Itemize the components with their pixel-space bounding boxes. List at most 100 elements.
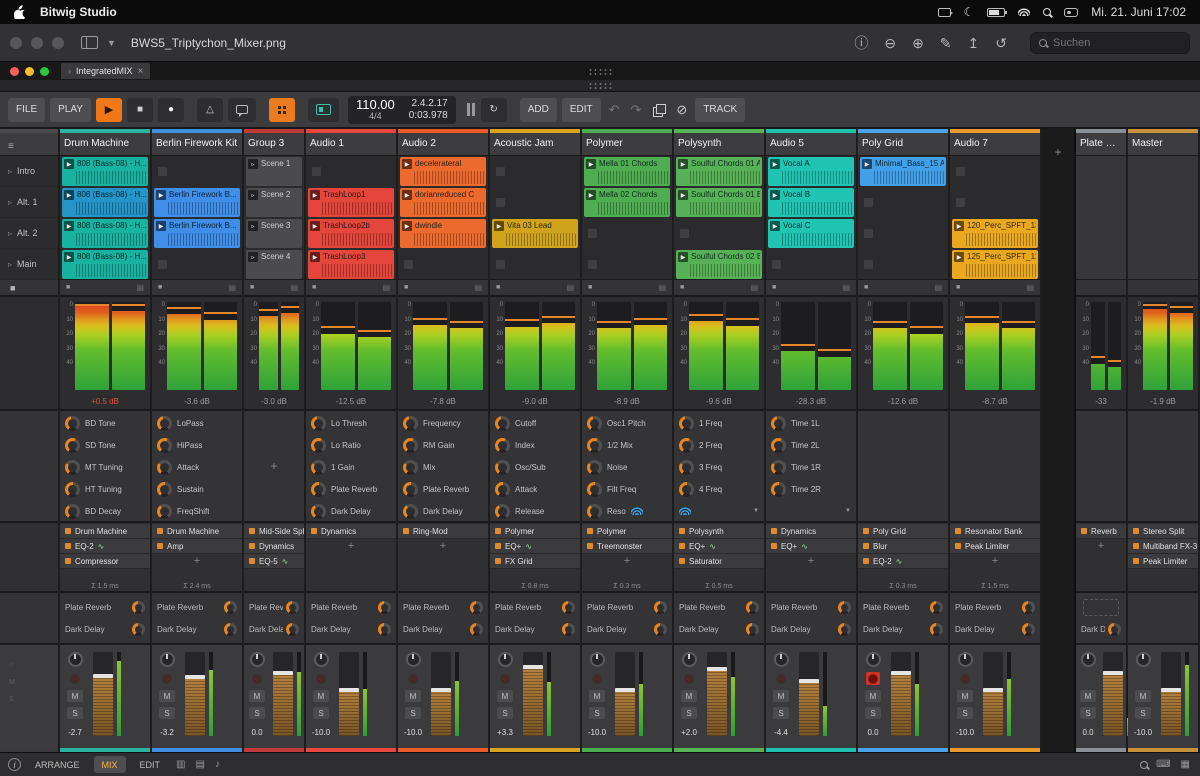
- device-enable-dot[interactable]: [863, 528, 869, 534]
- minimize-window-button[interactable]: [31, 36, 43, 49]
- device-row[interactable]: Amp: [152, 539, 242, 554]
- solo-button[interactable]: S: [681, 707, 697, 719]
- remote-control-knob[interactable]: [495, 459, 510, 475]
- device-enable-dot[interactable]: [587, 528, 593, 534]
- display-profile-button[interactable]: [307, 97, 339, 122]
- remote-control-knob[interactable]: [679, 459, 694, 475]
- device-enable-dot[interactable]: [955, 528, 961, 534]
- pan-knob[interactable]: [1080, 652, 1096, 667]
- clip[interactable]: ▶ Minimal_Bass_15 A: [860, 157, 946, 186]
- scene-menu-icon[interactable]: ≡: [0, 133, 14, 152]
- solo-button[interactable]: S: [405, 707, 421, 719]
- send-knob[interactable]: [654, 622, 667, 636]
- edit-menu-button[interactable]: EDIT: [561, 97, 601, 122]
- channel-header[interactable]: Master: [1128, 129, 1198, 156]
- info-badge[interactable]: i: [8, 758, 21, 771]
- device-enable-dot[interactable]: [955, 543, 961, 549]
- solo-button[interactable]: S: [313, 707, 329, 719]
- remote-control-knob[interactable]: [771, 481, 786, 497]
- scene-launch-row[interactable]: ▹ Intro: [0, 156, 58, 187]
- chevron-down-icon[interactable]: ▼: [845, 508, 851, 514]
- remote-control-knob[interactable]: [157, 459, 172, 475]
- remote-control-knob[interactable]: [495, 503, 510, 519]
- clip[interactable]: ▶ Soulful Chords 01 B: [676, 188, 762, 217]
- scene-button[interactable]: ▹ Scene 4: [246, 250, 302, 279]
- device-enable-dot[interactable]: [403, 528, 409, 534]
- remote-control-knob[interactable]: [65, 503, 80, 519]
- clip-stop-button[interactable]: ■: [496, 284, 500, 291]
- search-input[interactable]: [1053, 36, 1163, 49]
- clip[interactable]: ▶ TrashLoop1: [308, 188, 394, 217]
- control-center-icon[interactable]: [1064, 7, 1079, 17]
- clip-stop-button[interactable]: ■: [66, 284, 70, 291]
- volume-fader[interactable]: [523, 652, 543, 736]
- empty-clip-slot[interactable]: [864, 198, 873, 207]
- panel-icon-a[interactable]: ▥: [174, 759, 187, 770]
- note-icon[interactable]: ♪: [213, 759, 222, 770]
- mute-button[interactable]: M: [249, 690, 265, 702]
- remote-control-knob[interactable]: [311, 481, 326, 497]
- fader-handle[interactable]: [983, 687, 1003, 692]
- clip-stop-button[interactable]: ■: [680, 284, 684, 291]
- remote-control-knob[interactable]: [311, 503, 326, 519]
- clip[interactable]: ▶ Vocal C: [768, 219, 854, 248]
- clip[interactable]: ▶ 808 (Bass-08) - H...: [62, 219, 148, 248]
- copy-icon[interactable]: [653, 104, 667, 117]
- undo-icon[interactable]: ↶: [606, 102, 623, 118]
- add-device-button[interactable]: +: [1076, 539, 1126, 552]
- remote-control-knob[interactable]: [771, 415, 786, 431]
- device-row[interactable]: Compressor: [60, 554, 150, 569]
- fader-handle[interactable]: [1103, 671, 1123, 675]
- remote-control-knob[interactable]: [65, 481, 80, 497]
- sidebar-toggle-icon[interactable]: [81, 36, 98, 49]
- device-row[interactable]: Drum Machine: [60, 524, 150, 539]
- clip[interactable]: ▶ Berlin Firework B...: [154, 188, 240, 217]
- empty-clip-slot[interactable]: [496, 167, 505, 176]
- device-enable-dot[interactable]: [863, 558, 869, 564]
- remote-control-knob[interactable]: [587, 503, 602, 519]
- pan-knob[interactable]: [405, 652, 421, 667]
- solo-button[interactable]: S: [589, 707, 605, 719]
- clip[interactable]: ▶ TrashLoop2b: [308, 219, 394, 248]
- device-enable-dot[interactable]: [771, 528, 777, 534]
- launcher-overdub-button[interactable]: [268, 97, 295, 122]
- device-enable-dot[interactable]: [249, 558, 255, 564]
- tempo-value[interactable]: 110.00: [356, 98, 395, 111]
- track-menu-button[interactable]: TRACK: [695, 97, 746, 122]
- remote-control-knob[interactable]: [403, 503, 418, 519]
- add-device-button[interactable]: +: [398, 539, 488, 552]
- solo-button[interactable]: S: [1135, 707, 1151, 719]
- send-knob[interactable]: [378, 600, 391, 614]
- file-menu-button[interactable]: FILE: [8, 97, 46, 122]
- device-row[interactable]: EQ-2 ∿: [858, 554, 948, 569]
- remote-control-knob[interactable]: [771, 437, 786, 453]
- send-knob[interactable]: [470, 622, 483, 636]
- volume-fader[interactable]: [799, 652, 819, 736]
- device-row[interactable]: Poly Grid: [858, 524, 948, 539]
- device-row[interactable]: Reverb: [1076, 524, 1126, 539]
- mute-button[interactable]: M: [957, 690, 973, 702]
- device-row[interactable]: FX Grid: [490, 554, 580, 569]
- device-enable-dot[interactable]: [65, 528, 71, 534]
- send-knob[interactable]: [654, 600, 667, 614]
- device-enable-dot[interactable]: [65, 543, 71, 549]
- clip-stop-button[interactable]: ■: [772, 284, 776, 291]
- clip[interactable]: ▶ Soulful Chords 01 A: [676, 157, 762, 186]
- remote-control-knob[interactable]: [403, 437, 418, 453]
- record-arm-button[interactable]: [866, 672, 880, 685]
- device-row[interactable]: EQ-5 ∿: [244, 554, 304, 569]
- volume-fader[interactable]: [431, 652, 451, 736]
- zoom-out-icon[interactable]: ⊖: [884, 36, 896, 50]
- record-arm-button[interactable]: [682, 672, 696, 685]
- device-enable-dot[interactable]: [249, 543, 255, 549]
- spotlight-icon[interactable]: [1043, 8, 1052, 16]
- redo-icon[interactable]: ↷: [628, 102, 645, 118]
- pan-knob[interactable]: [957, 652, 973, 667]
- remote-control-knob[interactable]: [157, 503, 172, 519]
- scene-button[interactable]: ▹ Scene 3: [246, 219, 302, 248]
- remote-control-knob[interactable]: [403, 459, 418, 475]
- fader-handle[interactable]: [891, 671, 911, 675]
- clip[interactable]: ▶ dorianreduced C: [400, 188, 486, 217]
- apple-logo[interactable]: [14, 5, 26, 19]
- add-track-button[interactable]: +: [1054, 145, 1061, 159]
